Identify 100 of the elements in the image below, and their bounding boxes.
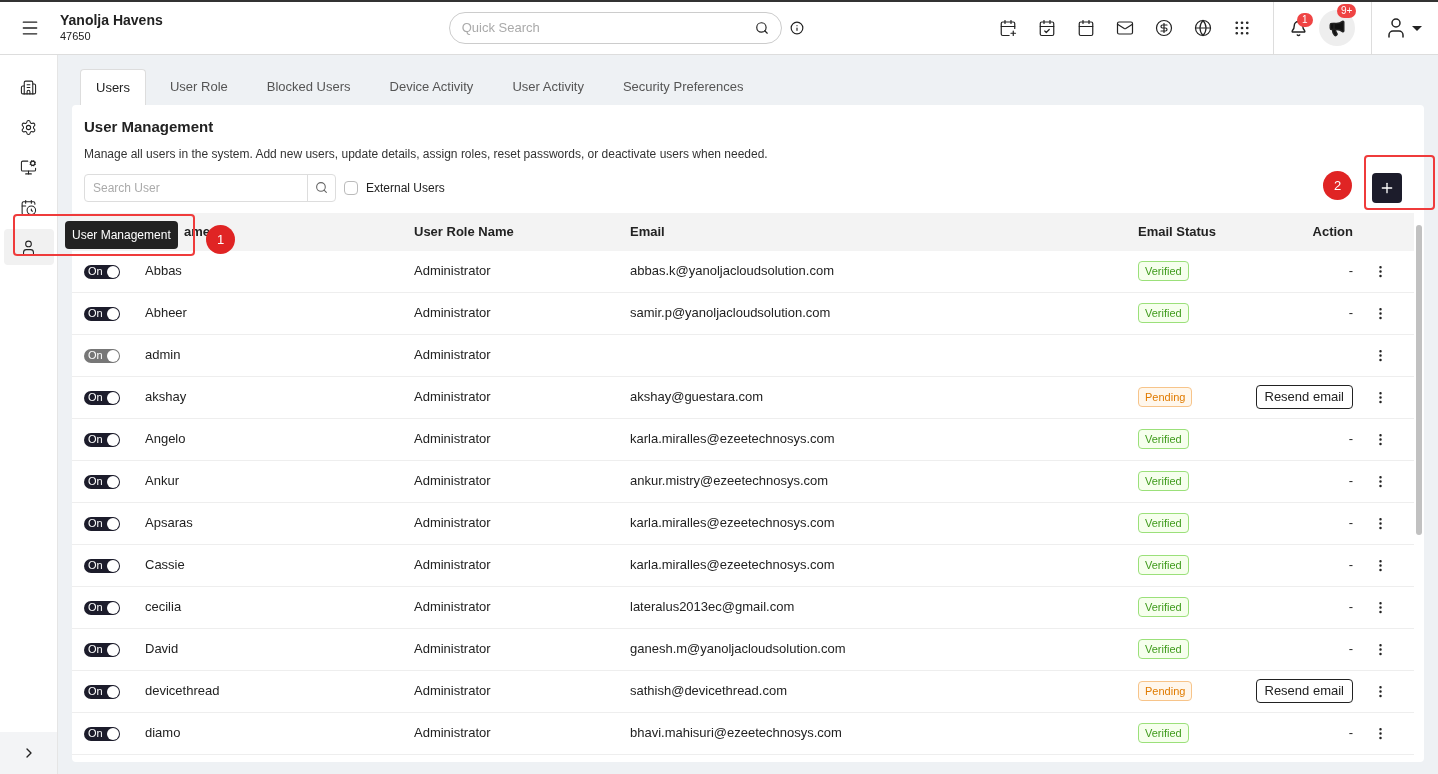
user-role: Administrator [414, 389, 491, 405]
tab[interactable]: Users [80, 69, 146, 105]
highlight-frame [1364, 155, 1435, 210]
status-toggle[interactable]: On [84, 600, 120, 615]
tab[interactable]: Security Preferences [607, 69, 759, 105]
action-cell-text: - [1348, 430, 1353, 449]
search-user-field[interactable]: Search User [84, 173, 336, 202]
column-header: User Role Name [414, 222, 515, 241]
user-name: Abbas [145, 263, 182, 279]
user-name: Apsaras [145, 515, 193, 531]
status-toggle[interactable]: On [84, 642, 120, 657]
user-role: Administrator [414, 473, 491, 489]
user-name: admin [145, 347, 181, 363]
resend-email-button[interactable]: Resend email [1255, 679, 1353, 703]
status-badge: Verified [1138, 512, 1189, 534]
user-name: Cassie [145, 557, 185, 573]
status-badge: Verified [1138, 302, 1189, 324]
user-email: karla.miralles@ezeetechnosys.com [630, 515, 835, 531]
status-badge: Verified [1138, 554, 1189, 576]
action-cell-text: - [1348, 262, 1353, 281]
calendar-plus-icon[interactable] [999, 19, 1017, 37]
status-badge: Verified [1138, 722, 1189, 744]
tab[interactable]: Blocked Users [251, 69, 366, 105]
mail-icon[interactable] [1116, 19, 1134, 37]
sidebar-item[interactable] [3, 229, 54, 265]
search-user-input[interactable]: Search User [85, 178, 307, 197]
info-icon[interactable] [789, 21, 804, 35]
calendar-icon[interactable] [1077, 19, 1095, 37]
user-email: sathish@devicethread.com [630, 683, 787, 699]
calendar-check-icon[interactable] [1038, 19, 1056, 37]
tab[interactable]: Device Activity [374, 69, 489, 105]
user-icon [20, 238, 37, 256]
user-name: devicethread [145, 683, 220, 699]
monitor-icon [20, 158, 37, 176]
status-toggle[interactable]: On [84, 726, 120, 741]
caret-icon[interactable] [1412, 25, 1422, 31]
status-badge: Pending [1138, 680, 1193, 702]
notification-badge: 1 [1297, 12, 1313, 27]
settings-icon [20, 118, 37, 136]
column-header: Action [1312, 222, 1353, 241]
user-email: lateralus2013ec@gmail.com [630, 599, 795, 615]
user-name: cecilia [145, 599, 182, 615]
building-icon [20, 78, 37, 96]
status-toggle[interactable]: On [84, 390, 120, 405]
status-badge: Verified [1138, 596, 1189, 618]
user-email: bhavi.mahisuri@ezeetechnosys.com [630, 725, 842, 741]
user-role: Administrator [414, 347, 491, 363]
user-name: akshay [145, 389, 187, 405]
status-badge: Verified [1138, 428, 1189, 450]
announcement-badge: 9+ [1337, 4, 1357, 18]
user-email: ankur.mistry@ezeetechnosys.com [630, 473, 829, 489]
user-email: karla.miralles@ezeetechnosys.com [630, 557, 835, 573]
status-toggle[interactable]: On [84, 264, 120, 279]
status-badge: Verified [1138, 638, 1189, 660]
action-cell-text: - [1348, 556, 1353, 575]
user-name: diamo [145, 725, 181, 741]
column-header: Email [630, 222, 666, 241]
tab[interactable]: User Role [154, 69, 243, 105]
action-cell-text: - [1348, 514, 1353, 533]
tab[interactable]: User Activity [497, 69, 599, 105]
calendar-icon [20, 198, 37, 216]
status-badge: Pending [1138, 386, 1193, 408]
status-badge: Verified [1138, 260, 1189, 282]
user-role: Administrator [414, 599, 491, 615]
external-users-checkbox[interactable] [344, 180, 358, 195]
user-email: ganesh.m@yanoljacloudsolution.com [630, 641, 846, 657]
user-role: Administrator [414, 641, 491, 657]
user-name: Ankur [145, 473, 179, 489]
globe-icon[interactable] [1194, 19, 1212, 37]
search-icon[interactable] [754, 21, 769, 35]
status-toggle[interactable]: On [84, 432, 120, 447]
resend-email-button[interactable]: Resend email [1255, 385, 1353, 409]
user-email: samir.p@yanoljacloudsolution.com [630, 305, 831, 321]
quick-search-input[interactable]: Quick Search [461, 18, 755, 38]
user-name: Angelo [145, 431, 186, 447]
user-email: karla.miralles@ezeetechnosys.com [630, 431, 835, 447]
panel-title: User Management [84, 117, 215, 137]
action-cell-text: - [1348, 472, 1353, 491]
megaphone-icon [1328, 19, 1346, 37]
user-name: David [145, 641, 179, 657]
panel-description: Manage all users in the system. Add new users, update details, assign roles, reset passwords, or deactivate users when needed. [84, 145, 769, 163]
property-name: Yanolja Havens [60, 12, 163, 30]
user-name: Abheer [145, 305, 187, 321]
dollar-icon[interactable] [1155, 19, 1173, 37]
status-toggle[interactable]: On [84, 306, 120, 321]
status-badge: Verified [1138, 470, 1189, 492]
user-role: Administrator [414, 725, 491, 741]
apps-grid-icon[interactable] [1233, 19, 1251, 37]
column-header: Email Status [1138, 222, 1218, 241]
add-user-button[interactable] [1372, 172, 1402, 203]
status-toggle[interactable]: On [84, 684, 120, 699]
user-role: Administrator [414, 263, 491, 279]
action-cell-text: - [1348, 304, 1353, 323]
user-role: Administrator [414, 683, 491, 699]
status-toggle[interactable]: On [84, 558, 120, 573]
status-toggle[interactable]: On [84, 516, 120, 531]
user-email: akshay@guestara.com [630, 389, 764, 405]
action-cell-text: - [1348, 724, 1353, 743]
status-toggle[interactable]: On [84, 474, 120, 489]
search-icon[interactable] [315, 181, 328, 194]
